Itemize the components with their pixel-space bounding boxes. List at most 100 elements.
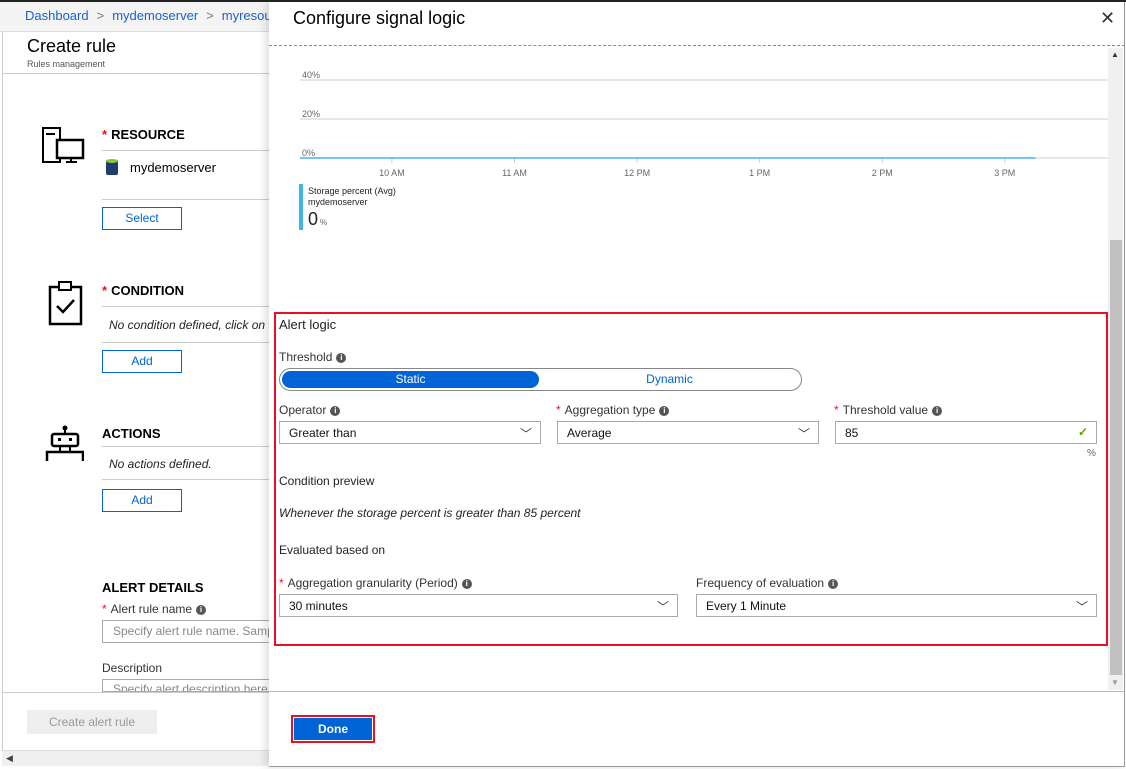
add-condition-button[interactable]: Add xyxy=(102,350,182,373)
create-rule-blade: Create rule Rules management * RESOURCE m… xyxy=(2,32,272,750)
divider xyxy=(269,691,1125,692)
condition-preview-label: Condition preview xyxy=(279,474,375,488)
threshold-dynamic-option[interactable]: Dynamic xyxy=(541,371,798,388)
actions-title: ACTIONS xyxy=(102,426,161,441)
operator-value: Greater than xyxy=(289,426,357,440)
granularity-select[interactable]: 30 minutes ﹀ xyxy=(279,594,678,617)
evaluated-based-on-label: Evaluated based on xyxy=(279,543,386,557)
x-tick-label: 11 AM xyxy=(502,168,527,178)
chevron-down-icon: ﹀ xyxy=(656,600,669,614)
divider xyxy=(3,73,271,74)
done-highlight: Done xyxy=(291,715,375,743)
select-resource-button[interactable]: Select xyxy=(102,207,182,230)
legend-color-bar xyxy=(299,184,303,230)
aggregation-type-label: Aggregation type xyxy=(564,403,656,417)
frequency-value: Every 1 Minute xyxy=(706,599,787,613)
x-tick-label: 10 AM xyxy=(379,168,405,178)
required-asterisk: * xyxy=(102,283,108,298)
vertical-scrollbar[interactable]: ▲ ▼ xyxy=(1108,48,1123,690)
x-tick-label: 12 PM xyxy=(624,168,650,178)
y-tick-label: 40% xyxy=(302,70,320,80)
scrollbar-thumb[interactable] xyxy=(1110,240,1122,675)
aggregation-type-select[interactable]: Average ﹀ xyxy=(557,421,819,444)
condition-title: CONDITION xyxy=(111,283,185,298)
operator-select[interactable]: Greater than ﹀ xyxy=(279,421,541,444)
description-input[interactable]: Specify alert description here xyxy=(102,679,272,692)
threshold-static-option[interactable]: Static xyxy=(282,371,539,388)
breadcrumb-resource[interactable]: myresource xyxy=(222,8,270,23)
breadcrumb-dashboard[interactable]: Dashboard xyxy=(25,8,89,23)
done-button[interactable]: Done xyxy=(294,718,372,740)
required-asterisk: * xyxy=(102,602,107,616)
info-icon[interactable]: i xyxy=(828,578,839,589)
divider xyxy=(102,150,272,151)
resource-title: RESOURCE xyxy=(111,127,185,142)
info-icon[interactable]: i xyxy=(461,578,472,589)
chevron-down-icon: ﹀ xyxy=(797,427,810,441)
legend-resource: mydemoserver xyxy=(308,197,368,207)
configure-signal-logic-panel: Configure signal logic ✕ 0% 20% 40% 10 AM 11… xyxy=(269,2,1125,767)
close-icon[interactable]: ✕ xyxy=(1100,8,1115,29)
clipboard-check-icon xyxy=(48,281,83,326)
divider xyxy=(102,306,272,307)
description-label: Description xyxy=(102,661,163,675)
scroll-left-icon[interactable]: ◀ xyxy=(6,753,13,764)
frequency-select[interactable]: Every 1 Minute ﹀ xyxy=(696,594,1097,617)
operator-label: Operator xyxy=(279,403,327,417)
info-icon[interactable]: i xyxy=(659,405,670,416)
x-tick-label: 2 PM xyxy=(872,168,893,178)
threshold-value-label: Threshold value xyxy=(842,403,929,417)
divider xyxy=(102,342,272,343)
divider xyxy=(269,45,1125,46)
threshold-value: 85 xyxy=(845,426,859,440)
panel-title: Configure signal logic xyxy=(293,8,466,28)
scroll-down-icon[interactable]: ▼ xyxy=(1111,678,1119,687)
chevron-right-icon: > xyxy=(96,8,105,23)
aggregation-type-value: Average xyxy=(567,426,612,440)
divider xyxy=(102,479,272,480)
info-icon[interactable]: i xyxy=(196,604,207,615)
condition-empty-text: No condition defined, click on 'Add' to … xyxy=(109,318,271,332)
granularity-label: Aggregation granularity (Period) xyxy=(287,576,458,590)
actions-empty-text: No actions defined. xyxy=(109,457,212,471)
chevron-down-icon: ﹀ xyxy=(519,427,532,441)
granularity-value: 30 minutes xyxy=(289,599,348,613)
resource-name: mydemoserver xyxy=(130,160,216,175)
threshold-toggle[interactable]: Static Dynamic xyxy=(279,368,802,391)
info-icon[interactable]: i xyxy=(932,405,943,416)
required-asterisk: * xyxy=(556,403,561,417)
frequency-label: Frequency of evaluation xyxy=(696,576,825,590)
x-tick-label: 1 PM xyxy=(749,168,770,178)
alert-rule-name-input[interactable]: Specify alert rule name. Sample xyxy=(102,620,272,643)
add-action-button[interactable]: Add xyxy=(102,489,182,512)
threshold-value-input[interactable]: 85 ✓ xyxy=(835,421,1097,444)
database-icon xyxy=(106,159,118,175)
breadcrumb-server[interactable]: mydemoserver xyxy=(112,8,198,23)
horizontal-scrollbar[interactable]: ◀ xyxy=(2,750,270,766)
threshold-label: Threshold xyxy=(279,350,333,364)
scroll-up-icon[interactable]: ▲ xyxy=(1111,50,1119,59)
blade-title: Create rule xyxy=(27,36,117,56)
checkmark-icon: ✓ xyxy=(1077,425,1088,439)
robot-icon xyxy=(45,425,84,461)
alert-logic-heading: Alert logic xyxy=(279,317,337,332)
chevron-down-icon: ﹀ xyxy=(1075,600,1088,614)
info-icon[interactable]: i xyxy=(336,352,347,363)
required-asterisk: * xyxy=(102,127,108,142)
alert-rule-name-label: Alert rule name xyxy=(110,602,193,616)
storage-chart: 0% 20% 40% 10 AM 11 AM 12 PM 1 PM 2 PM 3 PM xyxy=(300,70,1109,178)
create-alert-rule-button[interactable]: Create alert rule xyxy=(27,710,157,734)
divider xyxy=(102,199,272,200)
breadcrumb: Dashboard > mydemoserver > myresource xyxy=(0,2,270,32)
blade-footer: Create alert rule xyxy=(3,692,271,750)
chevron-right-icon: > xyxy=(206,8,214,23)
alert-details-title: ALERT DETAILS xyxy=(102,580,204,595)
info-icon[interactable]: i xyxy=(330,405,341,416)
server-computer-icon xyxy=(42,127,85,163)
threshold-unit: % xyxy=(1087,448,1096,459)
divider xyxy=(102,446,272,447)
required-asterisk: * xyxy=(834,403,839,417)
legend-value: 0 xyxy=(308,209,319,229)
blade-subtitle: Rules management xyxy=(27,59,106,69)
x-tick-label: 3 PM xyxy=(994,168,1015,178)
